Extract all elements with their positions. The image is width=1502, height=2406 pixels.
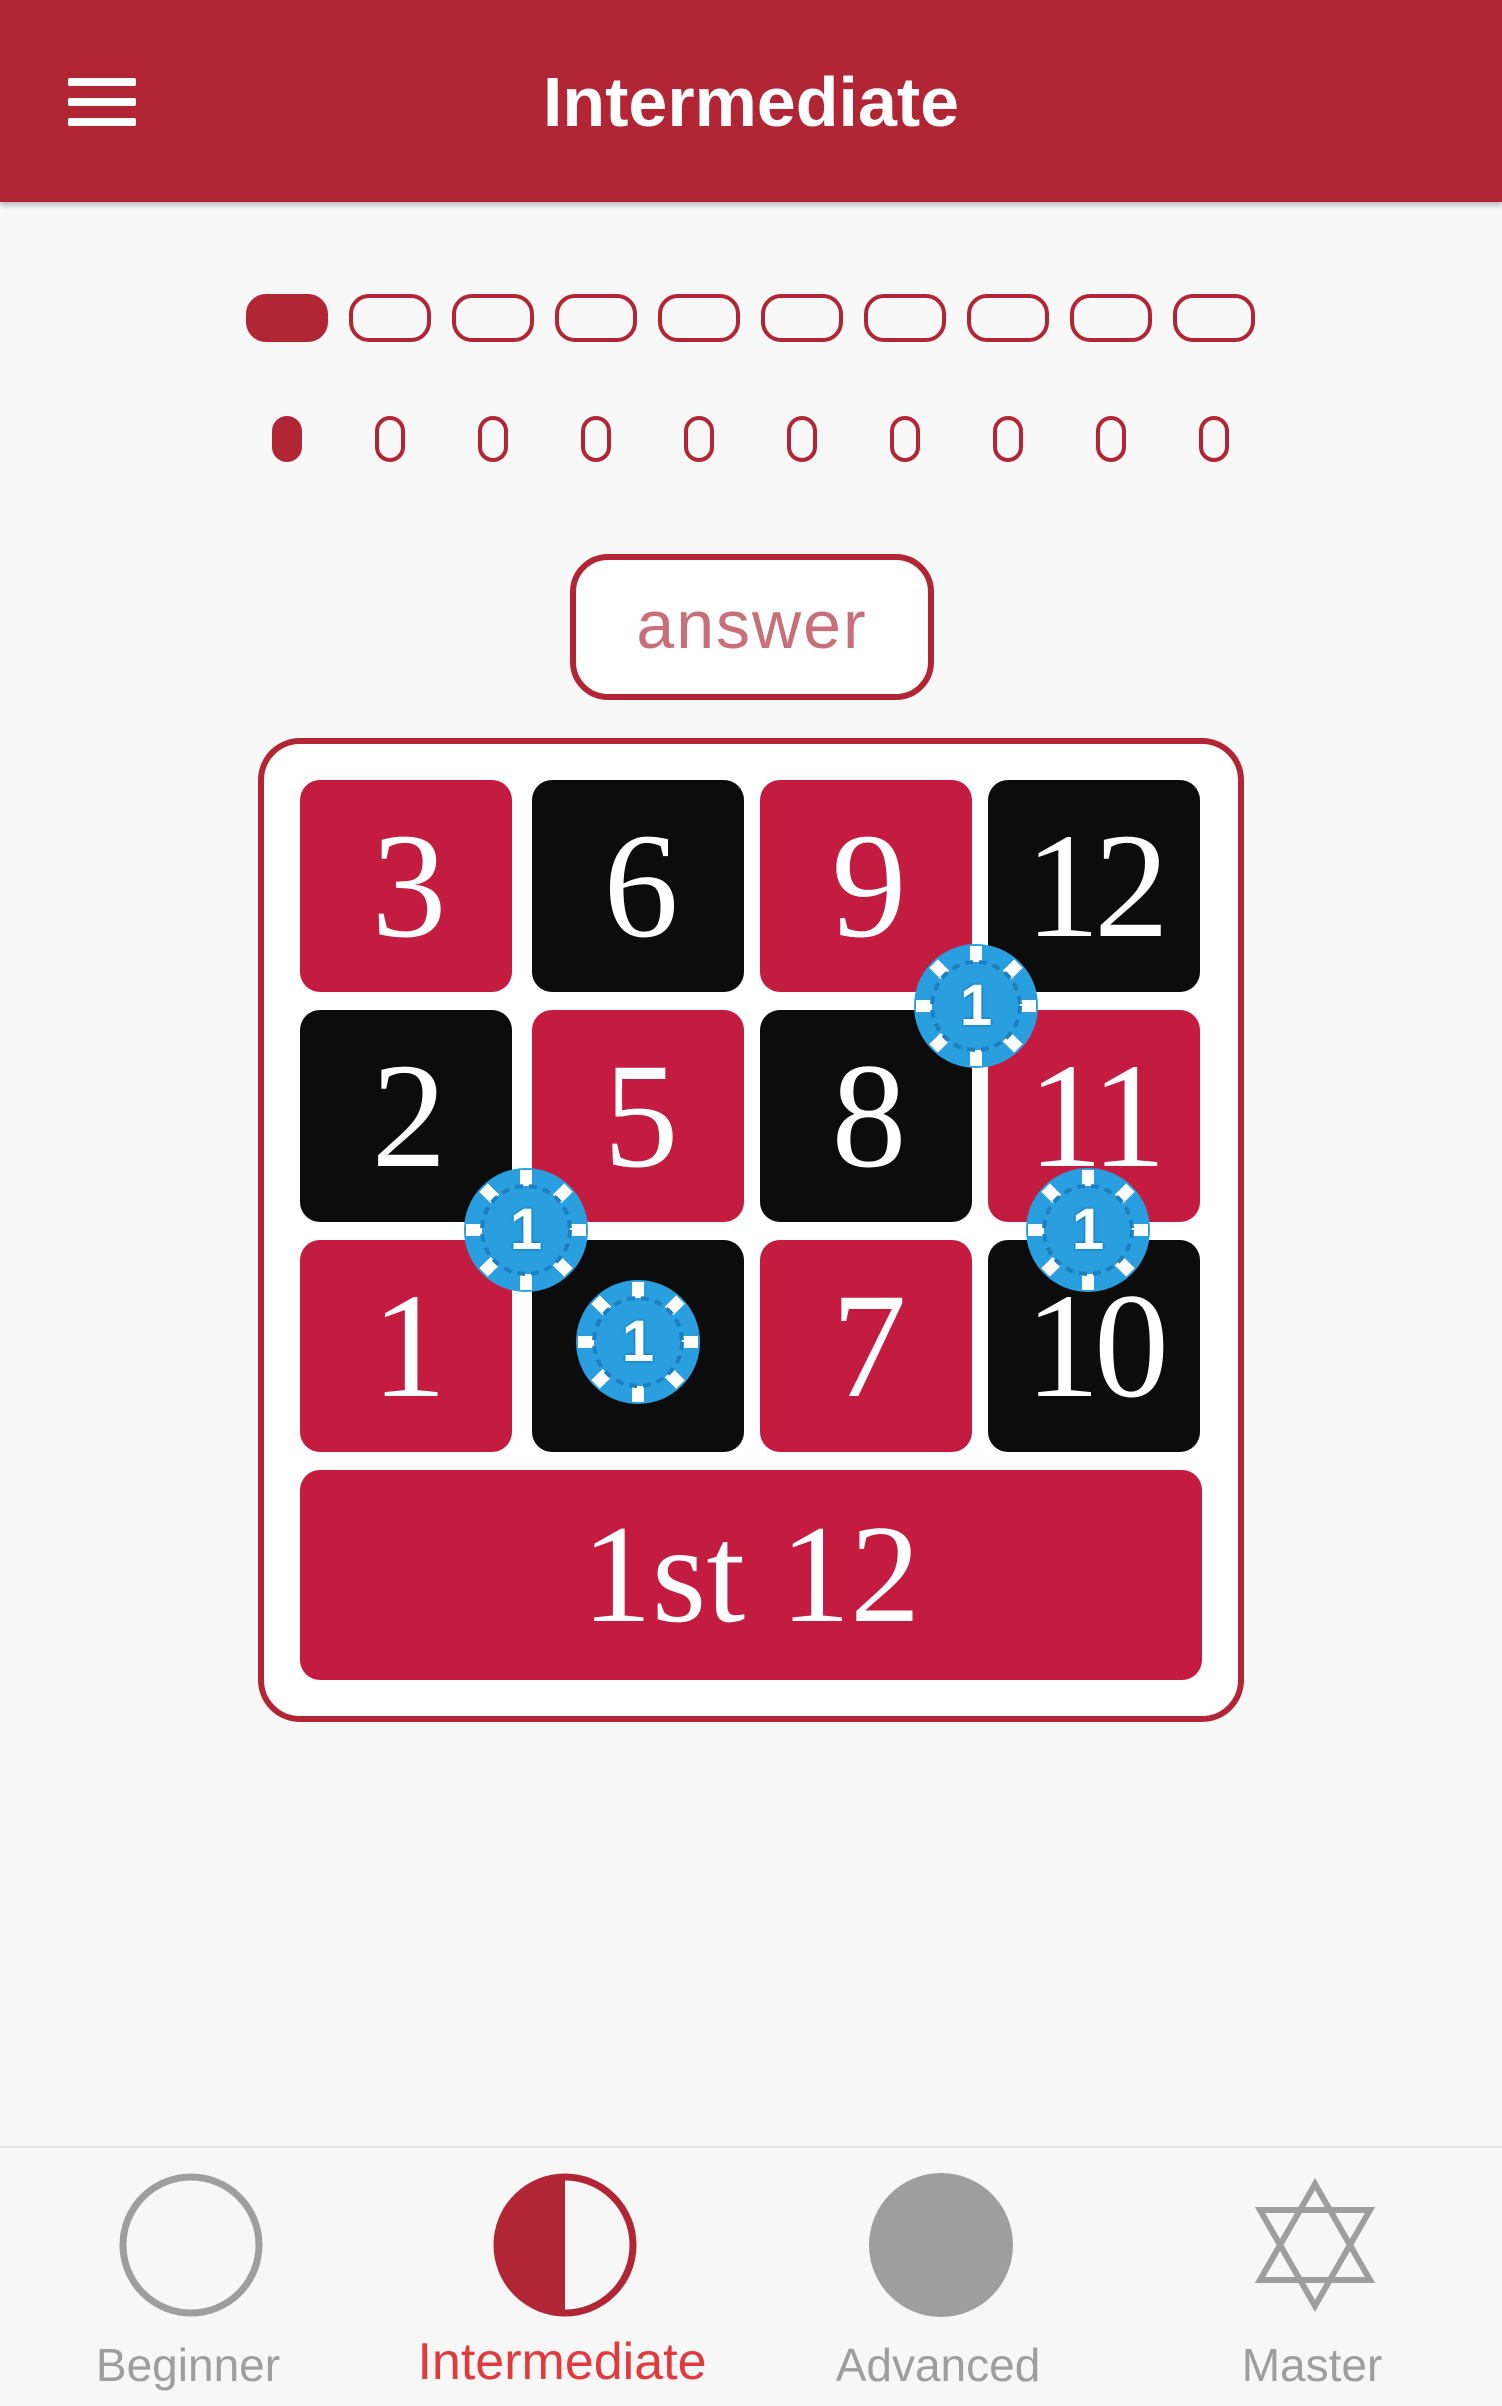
progress-bar-segment xyxy=(658,294,740,342)
chip-value: 1 xyxy=(621,1309,655,1374)
number-cell-6[interactable]: 6 xyxy=(532,780,744,992)
nav-label: Beginner xyxy=(95,2339,281,2391)
half-circle-icon xyxy=(493,2173,637,2317)
progress-pill xyxy=(787,416,817,462)
nav-beginner[interactable]: Beginner xyxy=(38,2148,338,2406)
answer-button[interactable]: answer xyxy=(570,554,934,700)
progress-pill xyxy=(684,416,714,462)
progress-bar-segment xyxy=(1070,294,1152,342)
progress-pill xyxy=(1096,416,1126,462)
bet-chip[interactable]: 1 xyxy=(574,1278,702,1406)
first-dozen-bet[interactable]: 1st 12 xyxy=(300,1470,1202,1680)
nav-label: Intermediate xyxy=(417,2333,707,2391)
filled-circle-icon xyxy=(869,2173,1013,2317)
progress-pill xyxy=(581,416,611,462)
nav-intermediate[interactable]: Intermediate xyxy=(412,2148,712,2406)
nav-advanced[interactable]: Advanced xyxy=(788,2148,1088,2406)
bet-chip[interactable]: 1 xyxy=(912,942,1040,1070)
progress-pill xyxy=(1199,416,1229,462)
chip-value: 1 xyxy=(959,973,993,1038)
progress-bar-segment xyxy=(1173,294,1255,342)
page-title: Intermediate xyxy=(542,63,960,141)
progress-bar-segment xyxy=(967,294,1049,342)
bet-chip[interactable]: 1 xyxy=(462,1166,590,1294)
progress-bar-segment xyxy=(349,294,431,342)
progress-bar-segment xyxy=(761,294,843,342)
app-bar: Intermediate xyxy=(0,0,1502,202)
star-of-david-icon xyxy=(1254,2177,1376,2313)
progress-bar-segment xyxy=(452,294,534,342)
progress-pill xyxy=(993,416,1023,462)
chip-value: 1 xyxy=(509,1197,543,1262)
progress-pill xyxy=(272,416,302,462)
chip-value: 1 xyxy=(1071,1197,1105,1262)
progress-pill xyxy=(375,416,405,462)
nav-master[interactable]: Master xyxy=(1162,2148,1462,2406)
number-cell-3[interactable]: 3 xyxy=(300,780,512,992)
bet-chip[interactable]: 1 xyxy=(1024,1166,1152,1294)
empty-circle-icon xyxy=(119,2173,263,2317)
progress-pill xyxy=(890,416,920,462)
bottom-navigation: Beginner Intermediate Advanced Master xyxy=(0,2146,1502,2406)
number-cell-7[interactable]: 7 xyxy=(760,1240,972,1452)
progress-bar-segment xyxy=(246,294,328,342)
nav-label: Advanced xyxy=(835,2339,1041,2391)
progress-bar-segment xyxy=(555,294,637,342)
progress-pill xyxy=(478,416,508,462)
nav-label: Master xyxy=(1241,2339,1383,2391)
progress-bar-segment xyxy=(864,294,946,342)
